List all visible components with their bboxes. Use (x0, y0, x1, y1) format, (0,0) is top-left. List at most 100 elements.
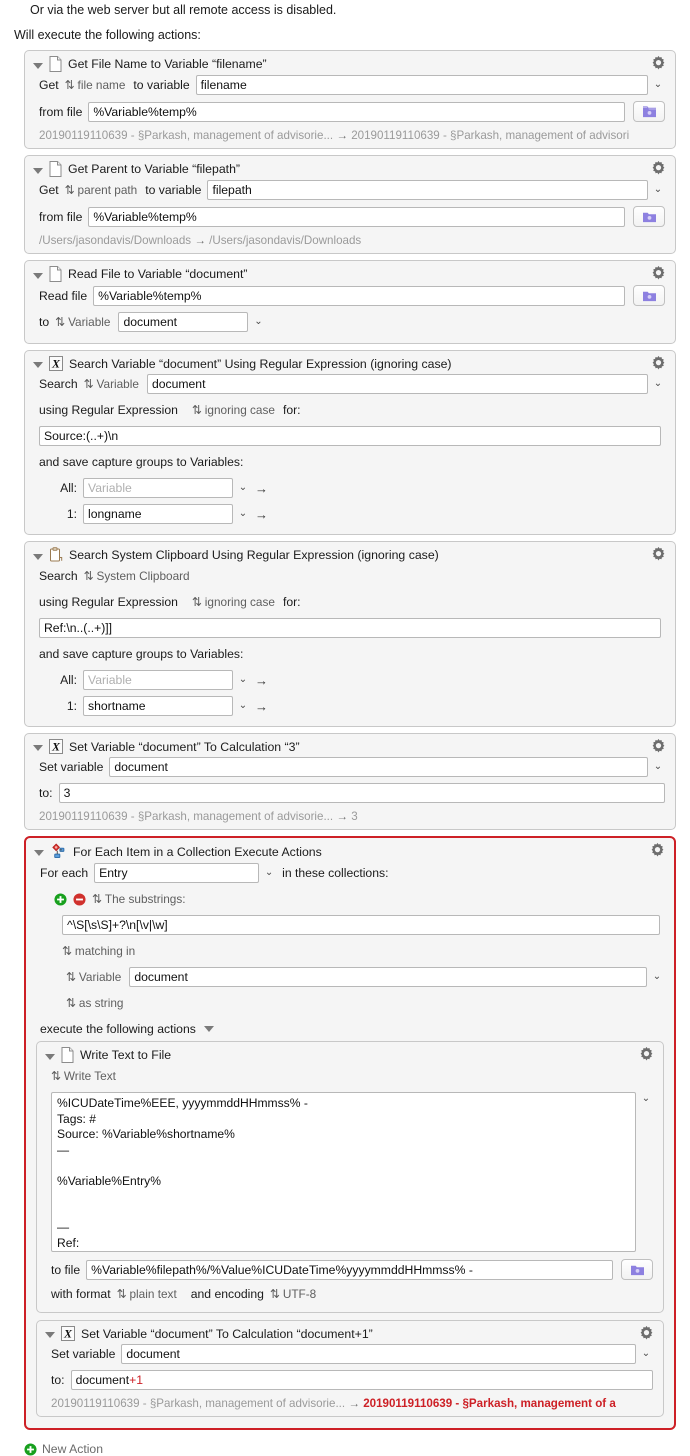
capture-all-input[interactable]: Variable (83, 478, 233, 498)
choose-file-button[interactable] (633, 206, 665, 227)
chevron-down-icon[interactable]: ⌄ (251, 317, 265, 327)
ignoring-case-popup[interactable]: ⇅ ignoring case (192, 403, 275, 417)
capture-all-input[interactable]: Variable (83, 670, 233, 690)
calculation-input[interactable]: 3 (58, 783, 665, 803)
capture-row-1[interactable]: 1: longname ⌄ → (25, 504, 675, 528)
to-file-input[interactable]: %Variable%filepath%/%Value%ICUDateTime%y… (86, 1259, 613, 1280)
action-title-row[interactable]: Search System Clipboard Using Regular Ex… (25, 542, 675, 566)
choose-file-button[interactable] (621, 1259, 653, 1280)
for-each-variable-input[interactable]: Entry (94, 863, 260, 883)
action-read-file[interactable]: Read File to Variable “document” Read fi… (24, 260, 676, 344)
gear-icon[interactable] (650, 265, 667, 282)
new-action-button[interactable]: New Action (0, 1436, 690, 1456)
regex-pattern-row[interactable]: Source:(..+)\n (25, 426, 675, 446)
source-variable-input[interactable]: document (129, 967, 647, 987)
action-title-row[interactable]: X Set Variable “document” To Calculation… (25, 734, 675, 757)
disclosure-triangle-icon[interactable] (33, 359, 44, 370)
from-file-row[interactable]: from file %Variable%temp% (25, 101, 675, 122)
gear-icon[interactable] (638, 1046, 655, 1063)
get-type-popup[interactable]: ⇅ parent path (65, 183, 138, 197)
substrings-pattern-row[interactable]: ^\S[\s\S]+?\n[\v|\w] (26, 915, 674, 935)
regex-pattern-input[interactable]: Ref:\n..(..+)]] (39, 618, 661, 638)
chevron-down-icon[interactable]: ⌄ (236, 509, 250, 519)
search-source-popup[interactable]: ⇅ System Clipboard (84, 569, 190, 583)
chevron-down-icon[interactable]: ⌄ (650, 972, 664, 982)
variable-input[interactable]: document (118, 312, 249, 332)
calculation-row[interactable]: to: 3 (25, 783, 675, 803)
format-popup[interactable]: ⇅ plain text (117, 1287, 177, 1301)
set-variable-input[interactable]: document (109, 757, 648, 777)
regex-options-row[interactable]: using Regular Expression ⇅ ignoring case … (25, 592, 675, 612)
gear-icon[interactable] (650, 55, 667, 72)
action-search-variable[interactable]: X Search Variable “document” Using Regul… (24, 350, 676, 535)
capture-1-input[interactable]: shortname (83, 696, 233, 716)
write-text-source-row[interactable]: ⇅ Write Text (37, 1066, 663, 1086)
action-get-file-name[interactable]: Get File Name to Variable “filename” Get… (24, 50, 676, 149)
add-circle-icon[interactable] (24, 1442, 37, 1456)
write-text-popup[interactable]: ⇅ Write Text (51, 1069, 116, 1083)
chevron-down-icon[interactable]: ⌄ (651, 379, 665, 389)
action-title-row[interactable]: X Search Variable “document” Using Regul… (25, 351, 675, 374)
matching-in-popup[interactable]: ⇅ matching in (62, 944, 135, 958)
get-file-name-row[interactable]: Get ⇅ file name to variable filename ⌄ (25, 75, 675, 95)
chevron-down-icon[interactable]: ⌄ (236, 483, 250, 493)
to-file-row[interactable]: to file %Variable%filepath%/%Value%ICUDa… (37, 1259, 663, 1280)
execute-actions-row[interactable]: execute the following actions (26, 1019, 674, 1041)
encoding-popup[interactable]: ⇅ UTF-8 (270, 1287, 316, 1301)
source-variable-row[interactable]: ⇅ Variable document ⌄ (26, 967, 674, 987)
matching-in-row[interactable]: ⇅ matching in (26, 941, 674, 961)
set-variable-input[interactable]: document (121, 1344, 636, 1364)
search-source-popup[interactable]: ⇅ Variable (84, 377, 139, 391)
write-text-textarea[interactable] (51, 1092, 636, 1252)
regex-options-row[interactable]: using Regular Expression ⇅ ignoring case … (25, 400, 675, 420)
source-type-popup[interactable]: ⇅ Variable (66, 970, 121, 984)
gear-icon[interactable] (650, 546, 667, 563)
regex-pattern-input[interactable]: Source:(..+)\n (39, 426, 661, 446)
disclosure-triangle-icon[interactable] (33, 60, 44, 71)
regex-pattern-row[interactable]: Ref:\n..(..+)]] (25, 618, 675, 638)
action-title-row[interactable]: Read File to Variable “document” (25, 261, 675, 285)
for-each-row[interactable]: For each Entry ⌄ in these collections: (26, 863, 674, 883)
gear-icon[interactable] (650, 160, 667, 177)
chevron-down-icon[interactable]: ⌄ (639, 1349, 653, 1359)
search-source-row[interactable]: Search ⇅ Variable document ⌄ (25, 374, 675, 394)
format-encoding-row[interactable]: with format ⇅ plain text and encoding ⇅ UT… (37, 1286, 663, 1306)
calculation-row[interactable]: to: document+1 (37, 1370, 663, 1390)
from-file-input[interactable]: %Variable%temp% (88, 206, 625, 227)
capture-1-input[interactable]: longname (83, 504, 233, 524)
choose-file-button[interactable] (633, 101, 665, 122)
insert-arrow-icon[interactable]: → (255, 482, 268, 495)
gear-icon[interactable] (650, 355, 667, 372)
action-search-clipboard[interactable]: Search System Clipboard Using Regular Ex… (24, 541, 676, 727)
disclosure-triangle-icon[interactable] (45, 1329, 56, 1340)
as-string-row[interactable]: ⇅ as string (26, 993, 674, 1013)
disclosure-triangle-icon[interactable] (203, 1026, 214, 1032)
ignoring-case-popup[interactable]: ⇅ ignoring case (192, 595, 275, 609)
chevron-down-icon[interactable]: ⌄ (639, 1094, 653, 1104)
action-get-parent[interactable]: Get Parent to Variable “filepath” Get ⇅ p… (24, 155, 676, 254)
calculation-input[interactable]: document+1 (70, 1370, 653, 1390)
capture-row-1[interactable]: 1: shortname ⌄ → (25, 696, 675, 720)
destination-popup[interactable]: ⇅ Variable (55, 315, 110, 329)
set-variable-row[interactable]: Set variable document ⌄ (37, 1344, 663, 1364)
search-source-row[interactable]: Search ⇅ System Clipboard (25, 566, 675, 586)
from-file-input[interactable]: %Variable%temp% (88, 101, 625, 122)
capture-row-all[interactable]: All: Variable ⌄ → (25, 478, 675, 498)
chevron-down-icon[interactable]: ⌄ (651, 185, 665, 195)
get-parent-row[interactable]: Get ⇅ parent path to variable filepath ⌄ (25, 180, 675, 200)
capture-row-all[interactable]: All: Variable ⌄ → (25, 670, 675, 690)
disclosure-triangle-icon[interactable] (33, 270, 44, 281)
action-title-row[interactable]: Get File Name to Variable “filename” (25, 51, 675, 75)
chevron-down-icon[interactable]: ⌄ (236, 675, 250, 685)
action-write-text-to-file[interactable]: Write Text to File ⇅Write Text ⌄ to file… (36, 1041, 664, 1313)
insert-arrow-icon[interactable]: → (255, 674, 268, 687)
insert-arrow-icon[interactable]: → (255, 700, 268, 713)
variable-input[interactable]: filepath (207, 180, 648, 200)
action-title-row[interactable]: Get Parent to Variable “filepath” (25, 156, 675, 180)
choose-file-button[interactable] (633, 285, 665, 306)
set-variable-row[interactable]: Set variable document ⌄ (25, 757, 675, 777)
collection-type-popup[interactable]: ⇅ The substrings: (92, 892, 186, 906)
search-variable-input[interactable]: document (146, 374, 648, 394)
from-file-row[interactable]: from file %Variable%temp% (25, 206, 675, 227)
action-title-row[interactable]: X Set Variable “document” To Calculation… (37, 1321, 663, 1344)
